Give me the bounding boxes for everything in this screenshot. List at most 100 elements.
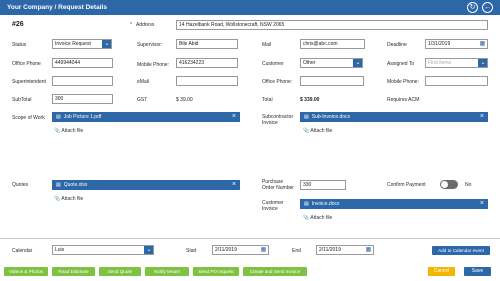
create-send-invoice-button[interactable]: Create and Send Invoice xyxy=(243,267,307,276)
total-label: Total xyxy=(262,97,273,103)
paperclip-icon: 📎 xyxy=(54,128,61,134)
save-button[interactable]: Save xyxy=(464,267,491,276)
close-icon[interactable]: × xyxy=(232,180,236,190)
chevron-down-icon[interactable]: ⌄ xyxy=(478,59,487,67)
required-mark: * xyxy=(130,22,132,28)
mobile-phone-input[interactable]: 416234223 xyxy=(176,58,238,68)
quotes-filename: Quote.xlsx xyxy=(63,182,88,188)
office-phone-input[interactable]: 449944044 xyxy=(52,58,113,68)
chevron-down-icon[interactable]: ⌄ xyxy=(353,59,362,67)
supervisor-label: Supervisor: xyxy=(137,42,163,48)
confirm-payment-toggle[interactable] xyxy=(440,180,458,189)
superintendent-label: Superintendent xyxy=(12,79,46,85)
quotes-file[interactable]: ▤ Quote.xlsx × xyxy=(52,180,240,190)
customer-office-phone-label: Office Phone: xyxy=(262,79,293,85)
calendar-select[interactable]: Luis ⌄ xyxy=(52,245,154,255)
close-icon[interactable]: × xyxy=(480,112,484,122)
paperclip-icon: 📎 xyxy=(54,196,61,202)
supervisor-input[interactable]: Bile Abid xyxy=(176,39,238,49)
file-icon: ▤ xyxy=(304,114,309,120)
videos-photos-button[interactable]: Videos & Photos xyxy=(4,267,48,276)
customer-invoice-file[interactable]: ▤ Invoice.docx × xyxy=(300,199,488,209)
end-label: End xyxy=(292,248,301,254)
read-estimate-button[interactable]: Read Estimate xyxy=(52,267,95,276)
purchase-order-input[interactable]: 330 xyxy=(300,180,346,190)
mail-input[interactable]: chris@abc.com xyxy=(300,39,365,49)
customer-office-phone-input[interactable] xyxy=(300,76,364,86)
close-icon[interactable]: × xyxy=(232,112,236,122)
customer-invoice-attach[interactable]: 📎 Attach file xyxy=(303,215,332,221)
customer-select[interactable]: Other ⌄ xyxy=(300,58,363,68)
file-icon: ▤ xyxy=(56,182,61,188)
back-arrow-icon[interactable]: ← xyxy=(482,2,493,13)
assigned-to-placeholder: Find items xyxy=(428,60,452,66)
chevron-down-icon[interactable]: ⌄ xyxy=(102,40,111,48)
page-title: Your Company / Request Details xyxy=(7,4,107,11)
customer-invoice-line2: Invoice xyxy=(262,206,278,212)
deadline-input[interactable]: 1/31/2019 ▦ xyxy=(425,39,488,49)
title-bar: Your Company / Request Details ↻ ← xyxy=(0,0,500,15)
assigned-to-select[interactable]: Find items ⌄ xyxy=(425,58,488,68)
address-label: Address xyxy=(136,22,155,28)
gst-label: GST xyxy=(137,97,148,103)
subcontractor-invoice-file[interactable]: ▤ Sub-Invoice.docx × xyxy=(300,112,488,122)
calendar-icon[interactable]: ▦ xyxy=(364,246,373,254)
superintendent-input[interactable] xyxy=(52,76,113,86)
calendar-value: Luis xyxy=(55,247,65,253)
status-select[interactable]: Invoice Request ⌄ xyxy=(52,39,112,49)
scope-of-work-file[interactable]: ▤ Job Picture 1.pdf × xyxy=(52,112,240,122)
divider xyxy=(0,238,500,239)
attach-file-label: Attach file xyxy=(310,128,333,134)
close-icon[interactable]: × xyxy=(480,199,484,209)
requires-acm-label: Requires ACM xyxy=(387,97,420,103)
scope-of-work-attach[interactable]: 📎 Attach file xyxy=(54,128,83,134)
paperclip-icon: 📎 xyxy=(303,215,310,221)
calendar-icon[interactable]: ▦ xyxy=(478,40,487,48)
scope-of-work-label: Scope of Work xyxy=(12,115,45,121)
add-to-calendar-button[interactable]: Add to Calendar event xyxy=(432,246,490,255)
attach-file-label: Attach file xyxy=(61,128,84,134)
refresh-icon[interactable]: ↻ xyxy=(467,2,478,13)
customer-label: Customer xyxy=(262,61,284,67)
purchase-order-label: Purchase Order Number xyxy=(262,179,294,191)
send-po-request-button[interactable]: Send PO request xyxy=(193,267,239,276)
notify-tenant-button[interactable]: Notify tenant xyxy=(145,267,189,276)
deadline-value: 1/31/2019 xyxy=(428,41,451,47)
calendar-icon[interactable]: ▦ xyxy=(259,246,268,254)
start-date-value: 2/11/2019 xyxy=(215,247,237,253)
chevron-down-icon[interactable]: ⌄ xyxy=(144,246,153,254)
mobile-phone-label: Mobile Phone: xyxy=(137,62,169,68)
paperclip-icon: 📎 xyxy=(303,128,310,134)
email-input[interactable] xyxy=(176,76,238,86)
subcontractor-attach[interactable]: 📎 Attach file xyxy=(303,128,332,134)
gst-value: $ 39.00 xyxy=(176,97,193,103)
end-date-input[interactable]: 2/11/2019 ▦ xyxy=(316,245,374,255)
send-quote-button[interactable]: Send Quote xyxy=(99,267,141,276)
toggle-knob xyxy=(441,181,448,188)
email-label: eMail xyxy=(137,79,149,85)
customer-mobile-phone-label: Mobile Phone: xyxy=(387,79,419,85)
total-value: $ 339.00 xyxy=(300,97,320,103)
customer-invoice-label: Customer Invoice xyxy=(262,200,284,212)
status-label: Status xyxy=(12,42,27,48)
start-date-input[interactable]: 2/11/2019 ▦ xyxy=(212,245,269,255)
subtotal-label: SubTotal xyxy=(12,97,32,103)
end-date-value: 2/11/2019 xyxy=(319,247,341,253)
subcontractor-invoice-filename: Sub-Invoice.docx xyxy=(311,114,351,120)
customer-value: Other xyxy=(303,60,316,66)
customer-invoice-filename: Invoice.docx xyxy=(311,201,340,207)
customer-mobile-phone-input[interactable] xyxy=(425,76,488,86)
file-icon: ▤ xyxy=(56,114,61,120)
cancel-button[interactable]: Cancel xyxy=(428,267,455,276)
subtotal-input[interactable]: 300 xyxy=(52,94,113,104)
request-number: #26 xyxy=(12,21,24,28)
assigned-to-label: Assigned To xyxy=(387,61,415,67)
mail-label: Mail xyxy=(262,42,272,48)
quotes-attach[interactable]: 📎 Attach file xyxy=(54,196,83,202)
calendar-label: Calendar xyxy=(12,248,33,254)
address-input[interactable]: 14 Hazelbank Road, Wollstonecraft, NSW 2… xyxy=(176,20,488,30)
attach-file-label: Attach file xyxy=(310,215,333,221)
confirm-payment-label: Confirm Payment xyxy=(387,182,426,188)
start-label: Start xyxy=(186,248,197,254)
subcontractor-label-line2: Invoice xyxy=(262,120,278,126)
